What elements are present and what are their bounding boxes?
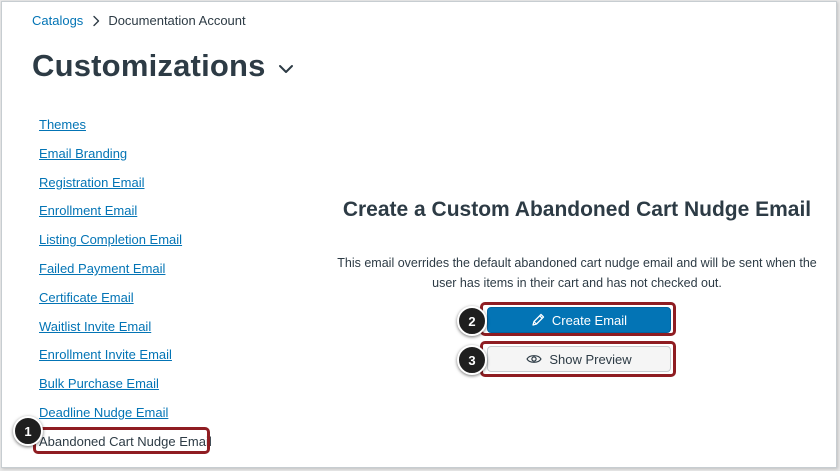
main-heading: Create a Custom Abandoned Cart Nudge Ema…	[342, 198, 812, 222]
callout-badge-1: 1	[13, 416, 43, 446]
callout-badge-2: 2	[457, 306, 487, 336]
nav-item-listing-completion-email[interactable]: Listing Completion Email	[39, 232, 229, 261]
breadcrumb-current: Documentation Account	[108, 13, 246, 28]
page-title: Customizations	[32, 48, 266, 83]
nav-item-bulk-purchase-email[interactable]: Bulk Purchase Email	[39, 376, 229, 405]
nav-item-failed-payment-email[interactable]: Failed Payment Email	[39, 261, 229, 290]
breadcrumb: Catalogs Documentation Account	[32, 13, 246, 28]
breadcrumb-catalogs-link[interactable]: Catalogs	[32, 13, 83, 28]
nav-item-email-branding[interactable]: Email Branding	[39, 146, 229, 175]
nav-item-enrollment-invite-email[interactable]: Enrollment Invite Email	[39, 347, 229, 376]
callout-badge-3: 3	[457, 345, 487, 375]
nav-item-enrollment-email[interactable]: Enrollment Email	[39, 203, 229, 232]
chevron-down-icon	[278, 65, 293, 73]
callout-box-create-email	[480, 302, 676, 336]
callout-box-active-nav	[33, 427, 210, 454]
page-title-menu[interactable]: Customizations	[32, 48, 294, 84]
chevron-right-icon	[93, 15, 100, 26]
nav-item-certificate-email[interactable]: Certificate Email	[39, 290, 229, 319]
customizations-nav: Themes Email Branding Registration Email…	[39, 117, 229, 463]
callout-box-show-preview	[480, 341, 676, 377]
nav-item-registration-email[interactable]: Registration Email	[39, 175, 229, 204]
nav-item-waitlist-invite-email[interactable]: Waitlist Invite Email	[39, 319, 229, 348]
app-frame: Catalogs Documentation Account Customiza…	[1, 1, 837, 468]
main-description: This email overrides the default abandon…	[337, 255, 817, 290]
nav-item-themes[interactable]: Themes	[39, 117, 229, 146]
